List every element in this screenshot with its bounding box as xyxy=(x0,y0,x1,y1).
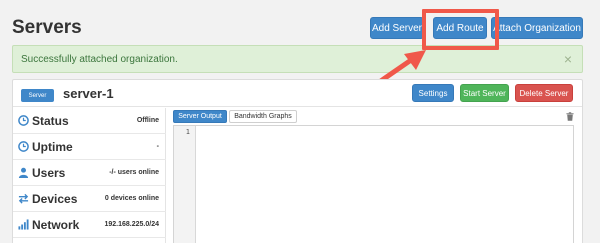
attach-organization-button[interactable]: Attach Organization xyxy=(491,17,583,39)
stat-row-network: Network 192.168.225.0/24 xyxy=(13,212,166,238)
stat-row-uptime: Uptime - xyxy=(13,134,166,160)
delete-server-button[interactable]: Delete Server xyxy=(515,84,573,102)
exchange-icon xyxy=(18,193,29,204)
server-panel-header: Server server-1 Settings Start Server De… xyxy=(13,80,582,107)
alert-message: Successfully attached organization. xyxy=(21,54,178,65)
signal-icon xyxy=(18,219,29,230)
stat-label: Status xyxy=(32,114,69,128)
clock-icon xyxy=(18,115,29,126)
user-icon xyxy=(18,167,29,178)
stat-label: Devices xyxy=(32,192,78,206)
start-server-button[interactable]: Start Server xyxy=(460,84,509,102)
stat-value: 0 devices online xyxy=(104,195,159,202)
page-title: Servers xyxy=(12,17,82,38)
stat-label: Uptime xyxy=(32,140,73,154)
server-name: server-1 xyxy=(63,86,114,101)
server-panel: Server server-1 Settings Start Server De… xyxy=(12,79,583,243)
server-stats-sidebar: Status Offline Uptime - Users -/- users … xyxy=(13,108,166,243)
stat-value: Offline xyxy=(136,117,159,124)
trash-icon[interactable] xyxy=(566,112,574,121)
stat-value: - xyxy=(156,143,159,150)
stat-label: Users xyxy=(32,166,66,180)
stat-label: Network xyxy=(32,218,80,232)
tab-bandwidth-graphs[interactable]: Bandwidth Graphs xyxy=(229,110,297,123)
server-output-editor[interactable]: 1 xyxy=(173,125,574,243)
clock-icon xyxy=(18,141,29,152)
stat-value: -/- users online xyxy=(109,169,159,176)
stat-value: 192.168.225.0/24 xyxy=(104,221,160,228)
add-server-button[interactable]: Add Server xyxy=(370,17,424,39)
line-number-gutter: 1 xyxy=(174,126,196,243)
settings-button[interactable]: Settings xyxy=(412,84,454,102)
stat-row-users: Users -/- users online xyxy=(13,160,166,186)
line-number: 1 xyxy=(185,128,190,136)
server-badge: Server xyxy=(21,89,54,102)
stat-row-status: Status Offline xyxy=(13,108,166,134)
tab-server-output[interactable]: Server Output xyxy=(173,110,227,123)
stat-row-devices: Devices 0 devices online xyxy=(13,186,166,212)
close-icon[interactable]: × xyxy=(564,51,572,67)
